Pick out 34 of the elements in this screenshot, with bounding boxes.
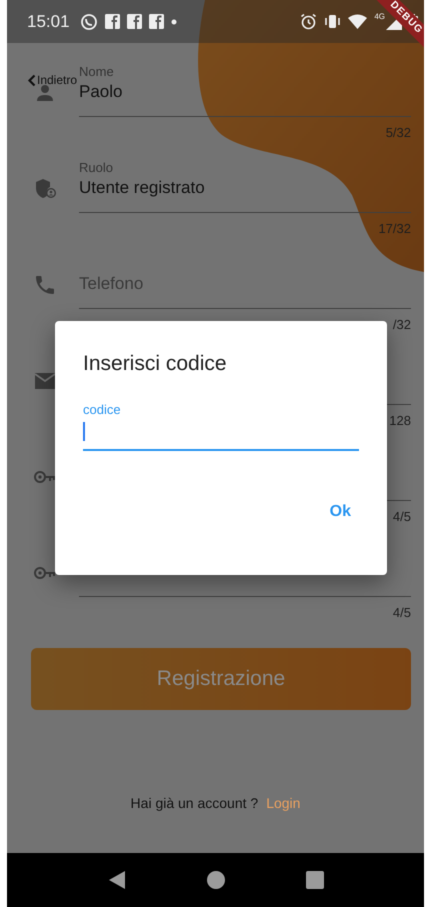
character-counter: 5/32: [386, 125, 411, 140]
ok-button[interactable]: Ok: [322, 497, 359, 527]
back-triangle-icon[interactable]: [108, 871, 126, 889]
character-counter: 4/5: [392, 509, 411, 524]
social-app-icon: [148, 14, 164, 29]
character-counter: /32: [392, 317, 411, 332]
social-app-icon: [104, 14, 120, 29]
character-counter: 4/5: [392, 605, 411, 620]
login-link[interactable]: Login: [266, 793, 300, 813]
field-label: Nome: [79, 64, 115, 80]
chat-app-icon: [80, 12, 98, 30]
back-button[interactable]: Indietro: [27, 73, 78, 87]
home-circle-icon[interactable]: [206, 871, 224, 889]
chevron-left-icon: [27, 74, 36, 86]
dialog-title: Inserisci codice: [83, 351, 228, 377]
field-value[interactable]: Utente registrato: [79, 176, 205, 200]
character-counter: 128: [389, 413, 411, 428]
field-placeholder[interactable]: Telefono: [79, 272, 144, 296]
code-field[interactable]: codice: [83, 401, 359, 451]
phone-icon: [33, 273, 57, 297]
register-button[interactable]: Registrazione: [31, 648, 411, 710]
shield-user-icon: [33, 177, 57, 201]
dot-icon: [170, 18, 177, 24]
account-prompt: Hai già un account ?: [130, 794, 258, 813]
alarm-icon: [300, 13, 318, 30]
wifi-icon: [348, 14, 368, 29]
status-time: 15:01: [27, 12, 70, 32]
character-counter: 17/32: [378, 221, 411, 236]
recents-square-icon[interactable]: [306, 871, 324, 889]
social-app-icon: [126, 14, 142, 29]
vibrate-icon: [324, 14, 342, 29]
field-value[interactable]: Paolo: [79, 80, 122, 104]
network-type: 4G: [374, 12, 385, 21]
field-label: Ruolo: [79, 160, 114, 176]
